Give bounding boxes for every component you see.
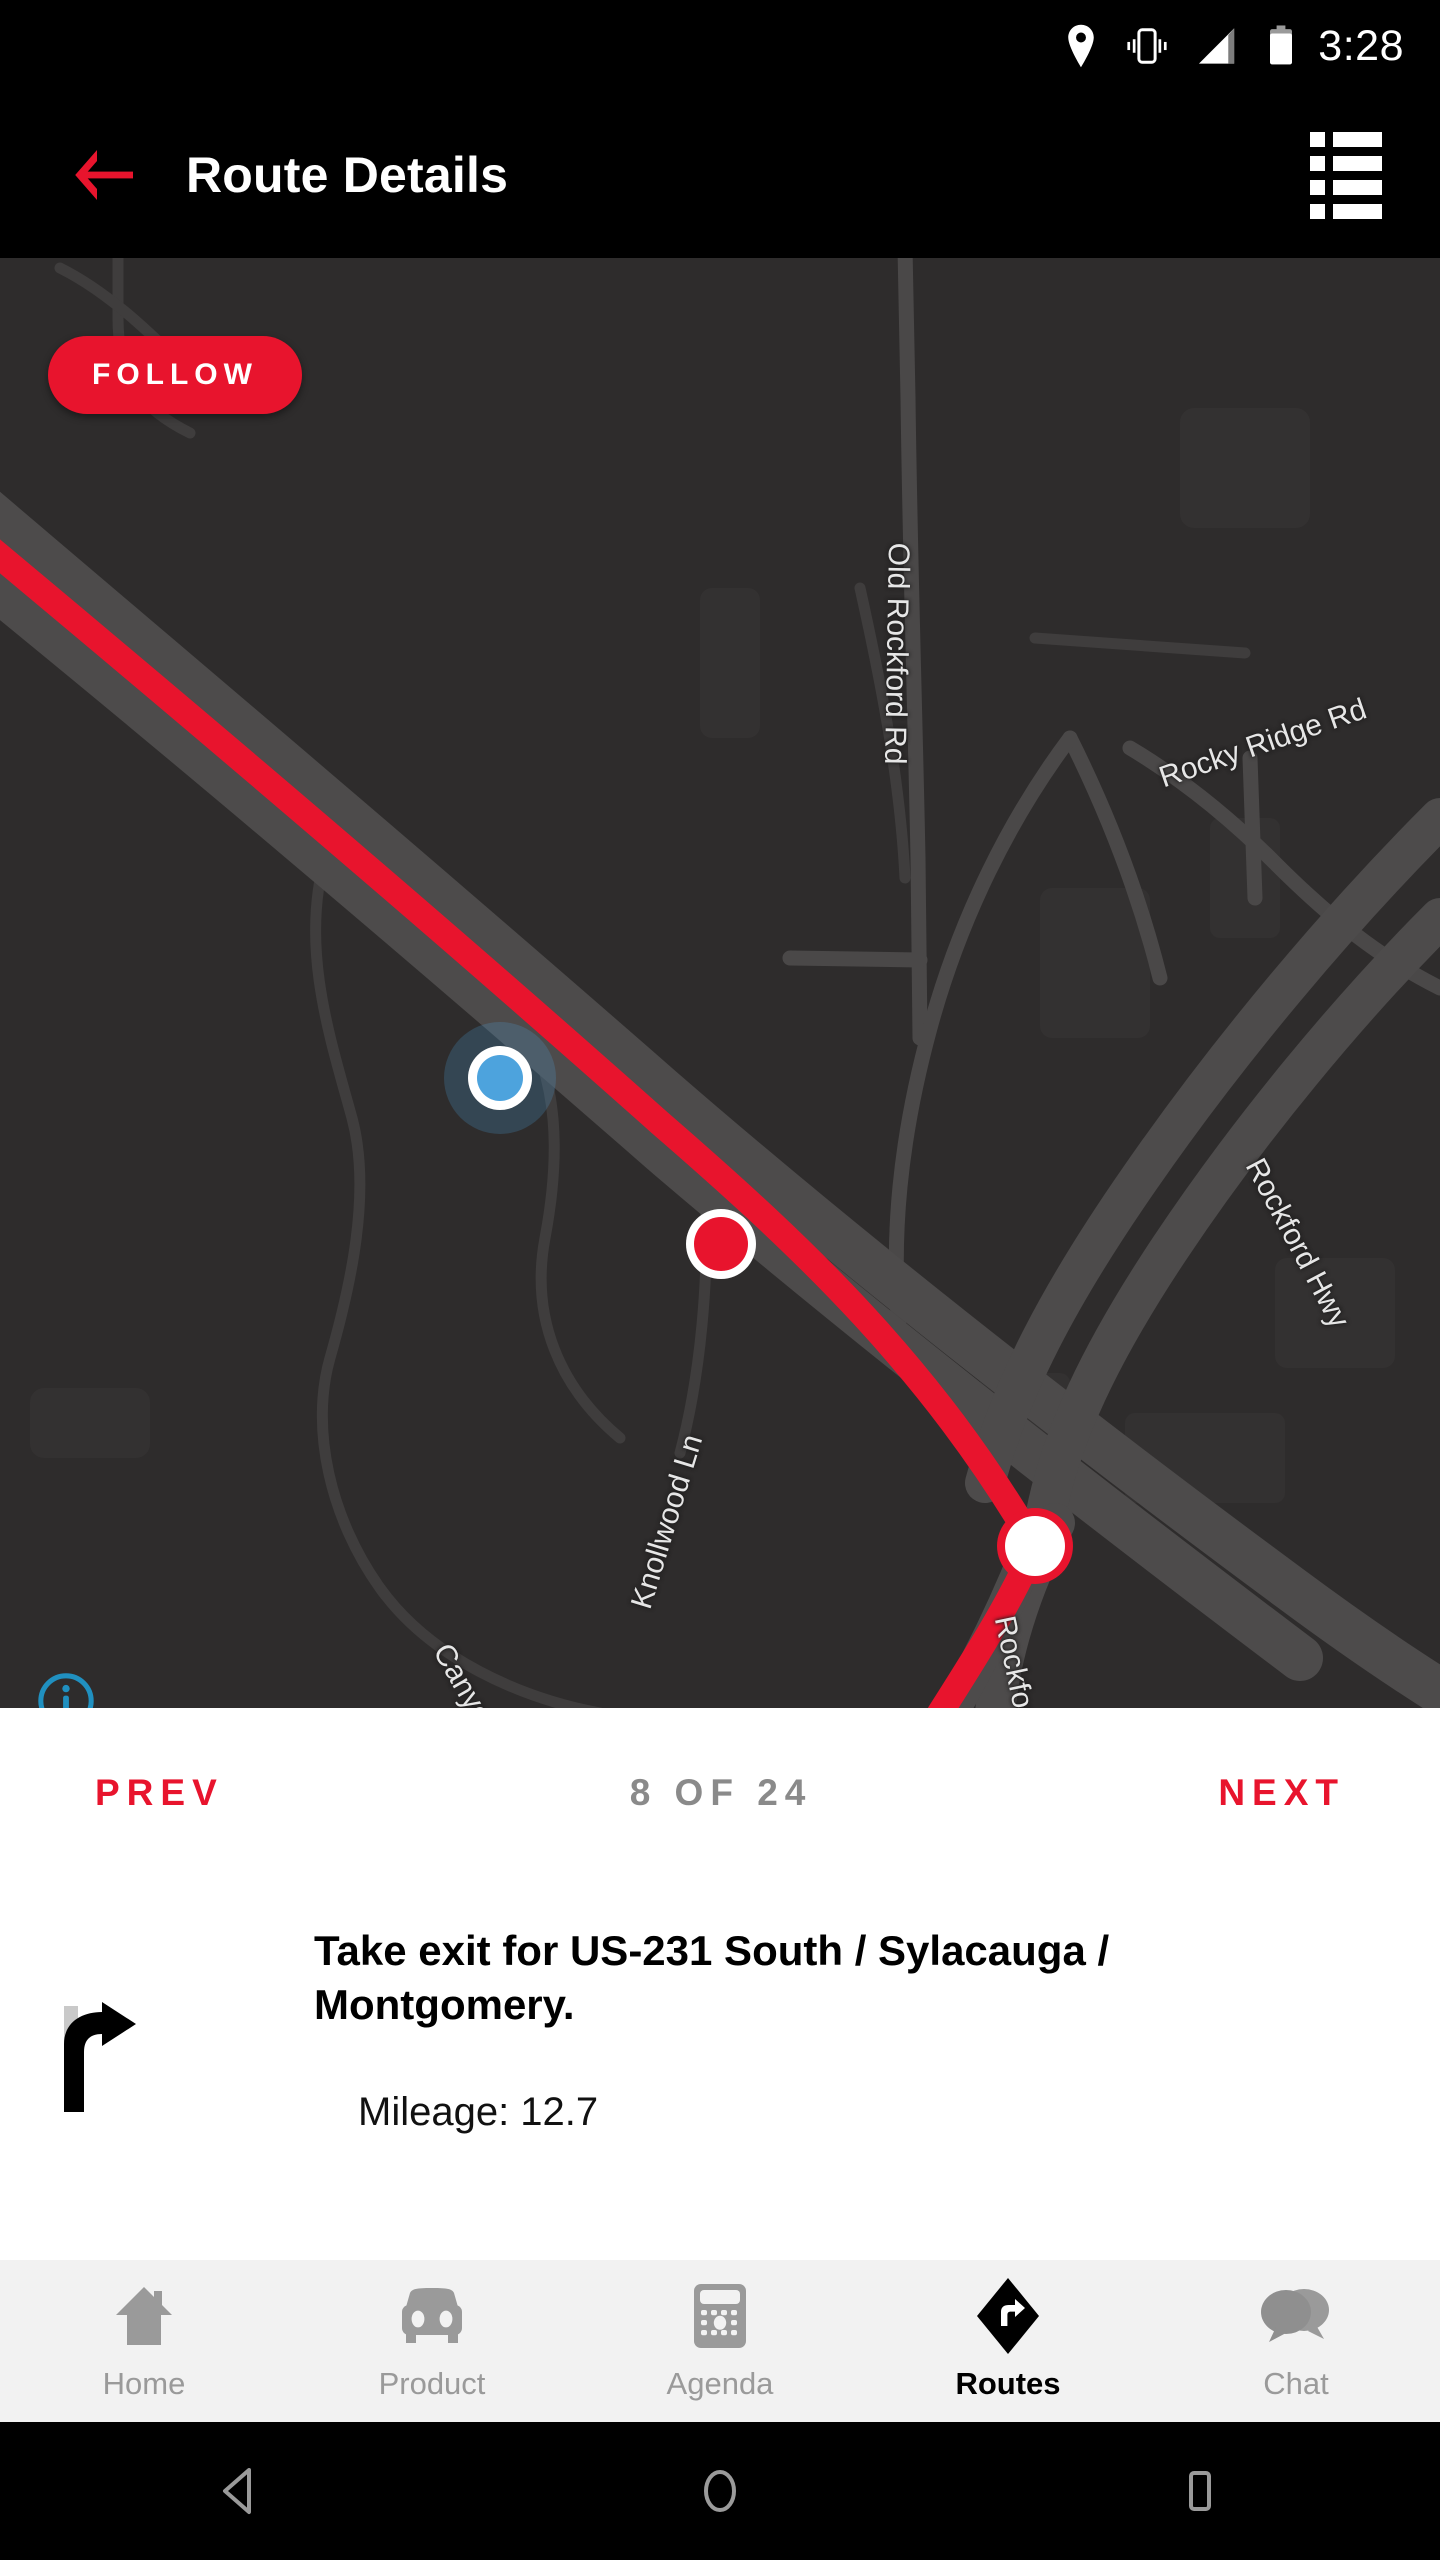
user-location-marker [444, 1022, 556, 1134]
instruction-text: Take exit for US-231 South / Sylacauga /… [314, 1927, 1110, 2028]
waypoint-marker[interactable] [686, 1209, 756, 1279]
instruction-mileage: Mileage: 12.7 [358, 2090, 599, 2134]
list-icon-bar [1333, 203, 1382, 219]
list-view-icon[interactable] [1310, 131, 1382, 219]
android-navigation-bar [0, 2422, 1440, 2560]
android-recents-button[interactable] [1110, 2466, 1290, 2516]
android-back-button[interactable] [150, 2466, 330, 2516]
android-back-icon [223, 2468, 251, 2514]
list-icon-bullet [1310, 203, 1325, 219]
prev-step-button[interactable]: PREV [95, 1772, 224, 1814]
app-screen: 3:28 Route Details Old Rockford Rd Rocky… [0, 0, 1440, 2560]
car-icon [396, 2280, 468, 2352]
list-icon-row [1310, 179, 1382, 195]
location-pin-icon [1068, 24, 1095, 68]
list-icon-bullet [1310, 131, 1325, 147]
map-secondary-roads [782, 258, 1440, 1346]
home-icon [112, 2280, 176, 2352]
navigation-icon [977, 2278, 1039, 2354]
map-view[interactable]: Old Rockford Rd Rocky Ridge Rd Rockford … [0, 258, 1440, 1708]
tab-label: Product [378, 2366, 486, 2401]
app-bar: Route Details [0, 92, 1440, 258]
ramp-right-icon [42, 2000, 152, 2123]
list-icon-bullet [1310, 155, 1325, 171]
map-canvas [0, 258, 1440, 1708]
tab-product[interactable]: Product [288, 2260, 576, 2422]
battery-icon [1270, 25, 1293, 65]
info-icon [38, 1673, 94, 1708]
tab-label: Chat [1263, 2366, 1329, 2401]
list-icon-row [1310, 155, 1382, 171]
signal-bars-icon [1199, 28, 1235, 64]
android-home-button[interactable] [630, 2466, 810, 2516]
android-home-icon [704, 2470, 736, 2512]
list-icon-row [1310, 203, 1382, 219]
next-step-button[interactable]: NEXT [1218, 1772, 1345, 1814]
chat-bubbles-icon [1260, 2280, 1332, 2352]
step-counter: 8 OF 24 [629, 1772, 813, 1813]
list-icon-bullet [1310, 179, 1325, 195]
back-button[interactable] [44, 144, 164, 206]
tab-routes[interactable]: Routes [864, 2260, 1152, 2422]
list-icon-bar [1333, 155, 1382, 171]
vibrate-icon [1127, 28, 1167, 64]
status-bar-clock: 3:28 [1318, 21, 1404, 70]
tab-label: Agenda [666, 2366, 774, 2401]
status-bar: 3:28 [0, 0, 1440, 92]
list-icon-bar [1333, 131, 1382, 147]
follow-button[interactable]: FOLLOW [48, 336, 302, 414]
tab-home[interactable]: Home [0, 2260, 288, 2422]
list-icon-bar [1333, 179, 1382, 195]
back-arrow-icon [75, 150, 133, 200]
tab-label: Routes [955, 2366, 1061, 2401]
instruction-panel: Take exit for US-231 South / Sylacauga /… [0, 1878, 1440, 2260]
list-icon-row [1310, 131, 1382, 147]
tab-chat[interactable]: Chat [1152, 2260, 1440, 2422]
tab-label: Home [102, 2366, 186, 2401]
map-landuse [30, 408, 1395, 1503]
bottom-tab-bar: Home Product Agenda Routes Chat [0, 2260, 1440, 2422]
maneuver-marker[interactable] [997, 1508, 1073, 1584]
tab-agenda[interactable]: Agenda [576, 2260, 864, 2422]
calculator-icon [691, 2280, 749, 2352]
step-navigation-strip: PREV 8 OF 24 NEXT [0, 1708, 1440, 1878]
page-title: Route Details [186, 147, 509, 203]
ramp-right-glyph [64, 2002, 136, 2112]
status-icon-group [1064, 24, 1296, 68]
android-recents-icon [1189, 2471, 1211, 2511]
